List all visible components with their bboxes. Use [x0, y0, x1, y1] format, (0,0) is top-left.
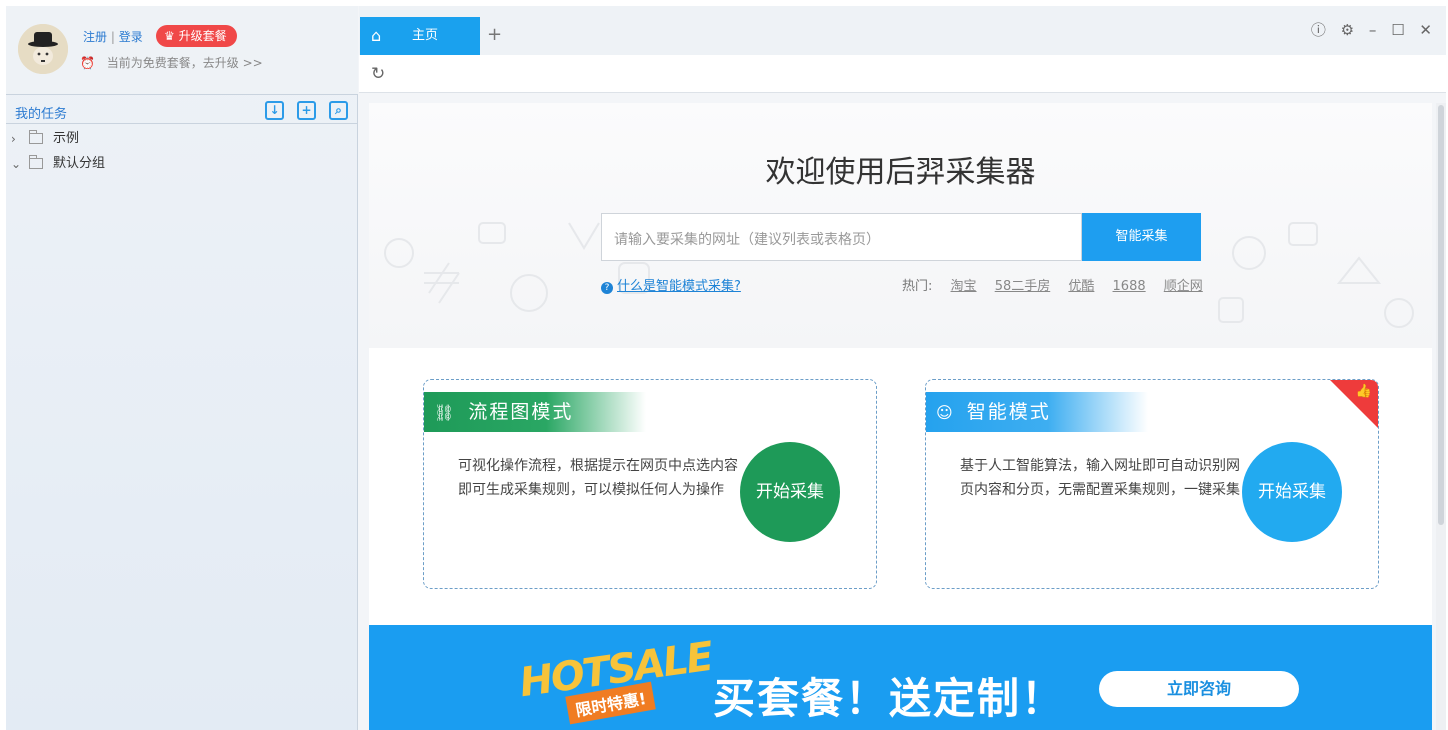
flowchart-icon: ⛓	[434, 403, 457, 422]
task-tree: › 示例 ⌄ 默认分组	[11, 126, 105, 176]
hot-link[interactable]: 优酷	[1068, 279, 1094, 294]
hot-link[interactable]: 顺企网	[1164, 279, 1203, 294]
import-task-icon[interactable]: ↓	[265, 101, 284, 120]
banner-title: 买套餐！送定制！	[713, 674, 1066, 723]
alarm-clock-icon: ⏰	[80, 56, 95, 70]
card-title: 智能模式	[966, 401, 1051, 423]
chevron-right-icon[interactable]: ›	[11, 128, 25, 150]
refresh-icon[interactable]: ↻	[371, 64, 385, 84]
avatar-icon	[18, 24, 68, 74]
url-input[interactable]: 请输入要采集的网址（建议列表或表格页）	[601, 213, 1082, 261]
close-icon[interactable]: ✕	[1419, 21, 1432, 39]
plan-note-text: 当前为免费套餐，去升级 >>	[106, 56, 263, 70]
folder-icon	[29, 155, 43, 169]
hero-section: 欢迎使用后羿采集器 请输入要采集的网址（建议列表或表格页） 智能采集 ? 什么是智…	[369, 103, 1432, 348]
sidebar: 注册 | 登录 ♛ 升级套餐 ⏰ 当前为免费套餐，去升级 >> 我的任务 ↓ +…	[6, 6, 358, 730]
card-header: ☺ 智能模式	[926, 392, 1148, 432]
window-controls: ⓘ ⚙ – ☐ ✕	[1301, 19, 1432, 40]
folder-icon	[29, 130, 43, 144]
tab-home[interactable]: ⌂ 主页	[360, 17, 480, 55]
register-link[interactable]: 注册	[83, 30, 107, 44]
tasks-title: 我的任务	[15, 107, 68, 122]
link-separator: |	[110, 30, 115, 44]
tree-item[interactable]: › 示例	[11, 126, 105, 151]
login-link[interactable]: 登录	[119, 30, 143, 44]
promo-banner[interactable]: HOTSALE 限时特惠! 买套餐！送定制！ 立即咨询	[369, 625, 1432, 730]
hot-link[interactable]: 58二手房	[995, 279, 1051, 294]
card-header: ⛓ 流程图模式	[424, 392, 646, 432]
question-icon: ?	[601, 282, 613, 294]
flowchart-mode-card[interactable]: ⛓ 流程图模式 可视化操作流程，根据提示在网页中点选内容即可生成采集规则，可以模拟…	[423, 379, 877, 589]
start-collect-button[interactable]: 开始采集	[1242, 442, 1342, 542]
add-task-icon[interactable]: +	[297, 101, 316, 120]
hot-label: 热门:	[902, 279, 933, 294]
scrollbar-thumb[interactable]	[1438, 105, 1444, 525]
gear-icon[interactable]: ⚙	[1341, 21, 1354, 39]
hot-link[interactable]: 1688	[1113, 279, 1146, 294]
card-description: 可视化操作流程，根据提示在网页中点选内容即可生成采集规则，可以模拟任何人为操作	[458, 458, 738, 498]
tab-bar: ⌂ 主页 + ⓘ ⚙ – ☐ ✕	[359, 6, 1446, 55]
hot-link[interactable]: 淘宝	[951, 279, 977, 294]
user-panel: 注册 | 登录 ♛ 升级套餐 ⏰ 当前为免费套餐，去升级 >>	[6, 6, 358, 94]
avatar[interactable]	[18, 24, 68, 74]
tree-item-label: 示例	[53, 130, 80, 146]
start-collect-button[interactable]: 开始采集	[740, 442, 840, 542]
help-link[interactable]: ? 什么是智能模式采集?	[601, 275, 741, 294]
tasks-header: 我的任务 ↓ + ⌕	[6, 94, 358, 124]
crown-icon: ♛	[164, 29, 175, 43]
card-title: 流程图模式	[468, 401, 574, 423]
tree-item-label: 默认分组	[53, 155, 106, 171]
hot-sites: 热门: 淘宝 58二手房 优酷 1688 顺企网	[902, 275, 1203, 294]
scrollbar[interactable]	[1436, 103, 1446, 730]
upgrade-label: 升级套餐	[178, 29, 227, 43]
home-content: 欢迎使用后羿采集器 请输入要采集的网址（建议列表或表格页） 智能采集 ? 什么是智…	[369, 103, 1432, 730]
maximize-icon[interactable]: ☐	[1391, 21, 1404, 39]
chevron-down-icon[interactable]: ⌄	[11, 153, 25, 175]
card-description: 基于人工智能算法，输入网址即可自动识别网页内容和分页，无需配置采集规则，一键采集	[960, 458, 1240, 498]
smart-collect-button[interactable]: 智能采集	[1082, 213, 1201, 261]
upgrade-button[interactable]: ♛ 升级套餐	[156, 25, 237, 47]
robot-icon: ☺	[936, 403, 955, 422]
app-window: 注册 | 登录 ♛ 升级套餐 ⏰ 当前为免费套餐，去升级 >> 我的任务 ↓ +…	[6, 6, 1446, 730]
page-title: 欢迎使用后羿采集器	[765, 155, 1036, 190]
minimize-icon[interactable]: –	[1369, 21, 1377, 39]
tree-item[interactable]: ⌄ 默认分组	[11, 151, 105, 176]
help-icon[interactable]: ⓘ	[1311, 21, 1326, 39]
thumbs-up-icon: 👍	[1355, 384, 1372, 399]
search-task-icon[interactable]: ⌕	[329, 101, 348, 120]
auth-links: 注册 | 登录	[83, 28, 143, 45]
home-icon: ⌂	[371, 26, 382, 45]
tab-label: 主页	[412, 28, 439, 43]
help-link-label: 什么是智能模式采集?	[617, 279, 741, 294]
main-area: ⌂ 主页 + ⓘ ⚙ – ☐ ✕ ↻ 欢迎使用后羿采集器 请输入要采集的网址（建…	[359, 6, 1446, 730]
plan-note[interactable]: ⏰ 当前为免费套餐，去升级 >>	[80, 54, 263, 71]
address-bar: ↻	[359, 55, 1446, 93]
smart-mode-card[interactable]: ☺ 智能模式 基于人工智能算法，输入网址即可自动识别网页内容和分页，无需配置采集规…	[925, 379, 1379, 589]
consult-button[interactable]: 立即咨询	[1099, 671, 1299, 707]
add-tab-icon[interactable]: +	[487, 24, 502, 45]
